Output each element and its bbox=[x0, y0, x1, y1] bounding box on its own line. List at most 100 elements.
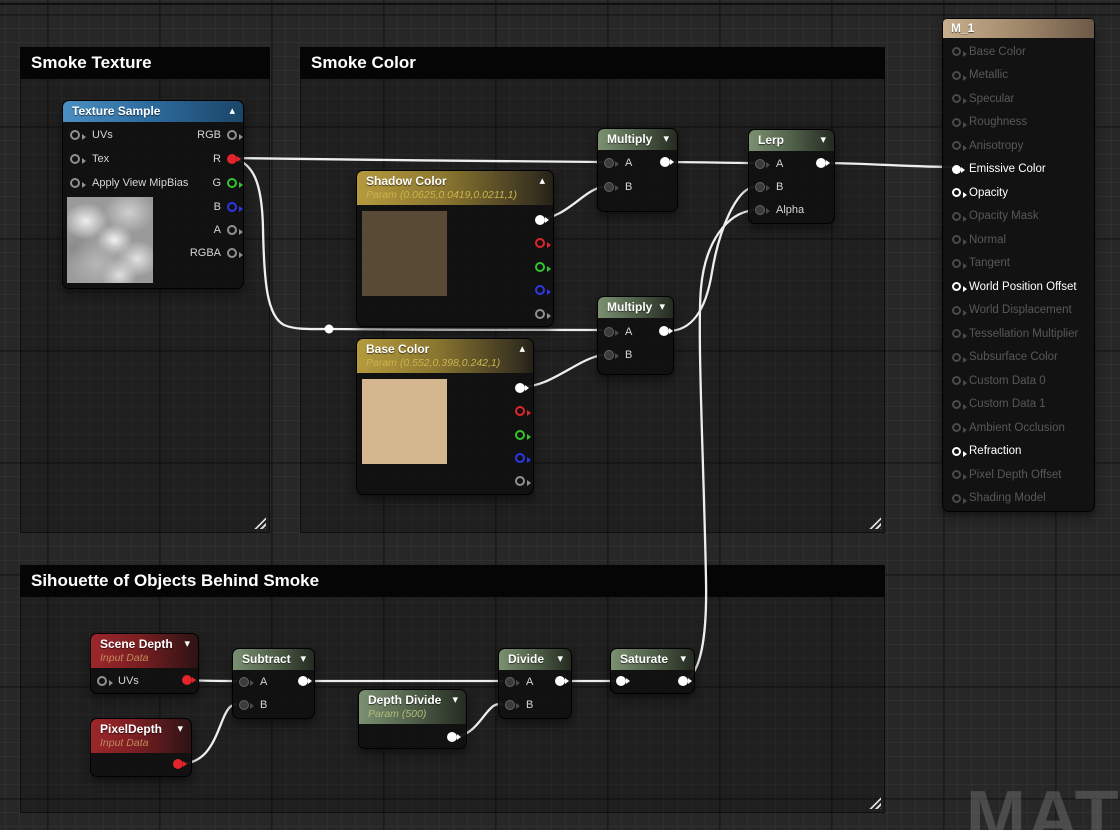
pin-normal[interactable] bbox=[952, 235, 967, 246]
node-header[interactable]: Saturate ▾ bbox=[611, 649, 694, 670]
output-pin-b[interactable] bbox=[535, 285, 551, 295]
output-pin[interactable] bbox=[447, 732, 461, 742]
output-pin-a[interactable] bbox=[515, 476, 531, 486]
chevron-down-icon[interactable]: ▾ bbox=[177, 722, 183, 736]
node-header[interactable]: Divide ▾ bbox=[499, 649, 571, 670]
input-pin-b[interactable] bbox=[755, 182, 770, 192]
output-pin[interactable] bbox=[555, 676, 569, 686]
pin-tessellation-multiplier[interactable] bbox=[952, 329, 967, 340]
chevron-down-icon[interactable]: ▾ bbox=[184, 637, 190, 651]
output-pin[interactable] bbox=[182, 675, 196, 685]
output-pin-rgb[interactable] bbox=[515, 383, 529, 393]
output-pin[interactable] bbox=[816, 158, 830, 168]
pin-anisotropy[interactable] bbox=[952, 141, 967, 152]
pin-roughness[interactable] bbox=[952, 117, 967, 128]
chevron-down-icon[interactable]: ▾ bbox=[820, 133, 826, 147]
pin-world-position-offset[interactable] bbox=[952, 282, 967, 293]
pin-emissive-color[interactable] bbox=[952, 164, 965, 174]
material-pin-row[interactable]: Subsurface Color bbox=[943, 346, 1094, 370]
pin-pixel-depth-offset[interactable] bbox=[952, 470, 967, 481]
node-base-color[interactable]: Base Color Param (0.552,0.398,0.242,1) ▴ bbox=[356, 338, 534, 495]
input-pin-a[interactable] bbox=[604, 158, 619, 168]
node-divide[interactable]: Divide ▾ A B bbox=[498, 648, 572, 719]
material-pin-row[interactable]: Base Color bbox=[943, 40, 1094, 64]
output-pin-b[interactable] bbox=[515, 453, 531, 463]
comment-resize-handle[interactable] bbox=[253, 516, 266, 529]
node-texture-sample[interactable]: Texture Sample ▴ UVs Tex Apply View MipB… bbox=[62, 100, 244, 289]
output-pin[interactable] bbox=[298, 676, 312, 686]
pin-subsurface-color[interactable] bbox=[952, 352, 967, 363]
material-pin-row[interactable]: Metallic bbox=[943, 64, 1094, 88]
chevron-up-icon[interactable]: ▴ bbox=[229, 104, 235, 118]
pin-opacity-mask[interactable] bbox=[952, 211, 967, 222]
output-pin-r[interactable] bbox=[535, 238, 551, 248]
material-pin-row[interactable]: Custom Data 1 bbox=[943, 393, 1094, 417]
output-pin-a[interactable] bbox=[535, 309, 551, 319]
input-pin-mipbias[interactable] bbox=[70, 178, 86, 188]
material-pin-row[interactable]: Custom Data 0 bbox=[943, 369, 1094, 393]
pin-refraction[interactable] bbox=[952, 446, 967, 457]
output-pin-a[interactable] bbox=[227, 225, 243, 235]
output-pin-g[interactable] bbox=[515, 430, 531, 440]
node-header[interactable]: M_1 bbox=[943, 19, 1094, 38]
input-pin-b[interactable] bbox=[604, 350, 619, 360]
pin-custom-data-0[interactable] bbox=[952, 376, 967, 387]
node-material-result[interactable]: M_1 Base Color Metallic Specular Roughne… bbox=[942, 18, 1095, 512]
material-pin-row[interactable]: Anisotropy bbox=[943, 134, 1094, 158]
input-pin-b[interactable] bbox=[239, 700, 254, 710]
comment-resize-handle[interactable] bbox=[868, 796, 881, 809]
chevron-down-icon[interactable]: ▾ bbox=[663, 132, 669, 146]
output-pin[interactable] bbox=[660, 157, 674, 167]
material-pin-row[interactable]: Tessellation Multiplier bbox=[943, 322, 1094, 346]
comment-title-bar[interactable]: Sihouette of Objects Behind Smoke bbox=[20, 565, 885, 597]
material-graph-canvas[interactable]: { "canvas": { "watermark": "MATERIAL", "… bbox=[0, 0, 1120, 830]
input-pin-b[interactable] bbox=[604, 182, 619, 192]
chevron-up-icon[interactable]: ▴ bbox=[539, 174, 545, 188]
pin-world-displacement[interactable] bbox=[952, 305, 967, 316]
node-header[interactable]: Lerp ▾ bbox=[749, 130, 834, 151]
node-header[interactable]: Subtract ▾ bbox=[233, 649, 314, 670]
chevron-down-icon[interactable]: ▾ bbox=[659, 300, 665, 314]
color-swatch[interactable] bbox=[362, 211, 447, 296]
output-pin-rgba[interactable] bbox=[227, 248, 243, 258]
input-pin-a[interactable] bbox=[505, 677, 520, 687]
material-pin-row[interactable]: Emissive Color bbox=[943, 158, 1094, 182]
input-pin-uvs[interactable] bbox=[97, 676, 113, 686]
color-swatch[interactable] bbox=[362, 379, 447, 464]
chevron-up-icon[interactable]: ▴ bbox=[519, 342, 525, 356]
output-pin-b[interactable] bbox=[227, 202, 243, 212]
node-saturate[interactable]: Saturate ▾ bbox=[610, 648, 695, 694]
pin-metallic[interactable] bbox=[952, 70, 967, 81]
material-pin-row[interactable]: Opacity Mask bbox=[943, 205, 1094, 229]
output-pin-g[interactable] bbox=[227, 178, 243, 188]
material-pin-row[interactable]: Normal bbox=[943, 228, 1094, 252]
input-pin[interactable] bbox=[616, 676, 630, 686]
node-subtract[interactable]: Subtract ▾ A B bbox=[232, 648, 315, 719]
output-pin-r[interactable] bbox=[515, 406, 531, 416]
input-pin-a[interactable] bbox=[755, 159, 770, 169]
chevron-down-icon[interactable]: ▾ bbox=[680, 652, 686, 666]
input-pin-a[interactable] bbox=[239, 677, 254, 687]
node-header[interactable]: Shadow Color Param (0.0625,0.0419,0.0211,… bbox=[357, 171, 553, 205]
node-multiply-2[interactable]: Multiply ▾ A B bbox=[597, 296, 674, 375]
pin-ambient-occlusion[interactable] bbox=[952, 423, 967, 434]
chevron-down-icon[interactable]: ▾ bbox=[557, 652, 563, 666]
output-pin[interactable] bbox=[173, 759, 187, 769]
material-pin-row[interactable]: Refraction bbox=[943, 440, 1094, 464]
material-pin-row[interactable]: Shading Model bbox=[943, 487, 1094, 511]
node-header[interactable]: Multiply ▾ bbox=[598, 297, 673, 318]
pin-tangent[interactable] bbox=[952, 258, 967, 269]
pin-custom-data-1[interactable] bbox=[952, 399, 967, 410]
pin-specular[interactable] bbox=[952, 94, 967, 105]
pin-base-color[interactable] bbox=[952, 47, 967, 58]
material-pin-row[interactable]: Ambient Occlusion bbox=[943, 416, 1094, 440]
output-pin-r[interactable] bbox=[227, 154, 241, 164]
comment-resize-handle[interactable] bbox=[868, 516, 881, 529]
node-lerp[interactable]: Lerp ▾ A B Alpha bbox=[748, 129, 835, 224]
material-pin-row[interactable]: Pixel Depth Offset bbox=[943, 463, 1094, 487]
node-header[interactable]: Texture Sample ▴ bbox=[63, 101, 243, 122]
pin-opacity[interactable] bbox=[952, 188, 967, 199]
node-shadow-color[interactable]: Shadow Color Param (0.0625,0.0419,0.0211,… bbox=[356, 170, 554, 327]
node-pixel-depth[interactable]: PixelDepth Input Data ▾ bbox=[90, 718, 192, 777]
node-multiply-1[interactable]: Multiply ▾ A B bbox=[597, 128, 678, 212]
